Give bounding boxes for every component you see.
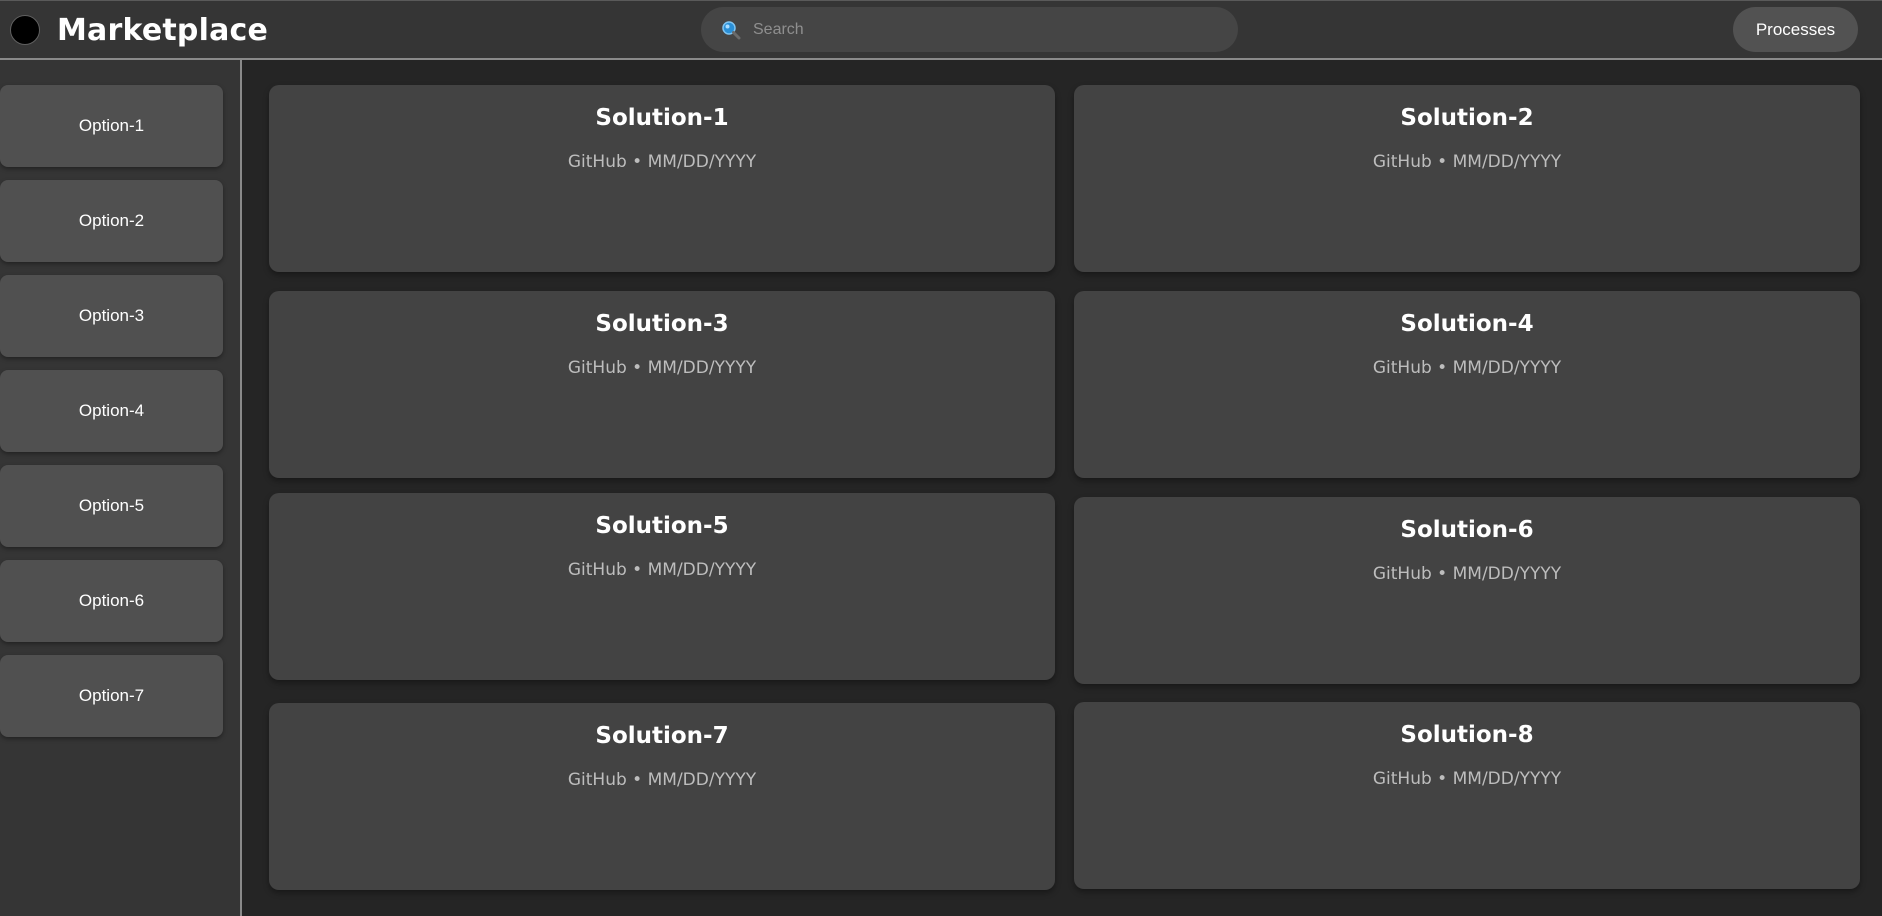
card-meta: GitHub • MM/DD/YYYY [567, 152, 757, 172]
solution-card[interactable]: Solution-8 GitHub • MM/DD/YYYY [1074, 702, 1860, 889]
solution-card[interactable]: Solution-3 GitHub • MM/DD/YYYY [269, 291, 1055, 478]
card-meta: GitHub • MM/DD/YYYY [1372, 564, 1562, 584]
search-bar[interactable] [701, 7, 1238, 52]
processes-button[interactable]: Processes [1733, 7, 1858, 52]
card-title: Solution-8 [1400, 722, 1534, 748]
sidebar-item-option-6[interactable]: Option-6 [0, 560, 223, 642]
card-meta: GitHub • MM/DD/YYYY [567, 770, 757, 790]
app-title: Marketplace [57, 13, 269, 48]
circle-logo-icon[interactable] [10, 15, 40, 45]
card-title: Solution-2 [1400, 105, 1534, 131]
sidebar-item-option-3[interactable]: Option-3 [0, 275, 223, 357]
card-title: Solution-3 [595, 311, 729, 337]
search-icon [722, 21, 741, 40]
solution-card[interactable]: Solution-5 GitHub • MM/DD/YYYY [269, 493, 1055, 680]
card-title: Solution-5 [595, 513, 729, 539]
sidebar-item-option-2[interactable]: Option-2 [0, 180, 223, 262]
solution-card[interactable]: Solution-6 GitHub • MM/DD/YYYY [1074, 497, 1860, 684]
card-meta: GitHub • MM/DD/YYYY [1372, 769, 1562, 789]
card-title: Solution-7 [595, 723, 729, 749]
solution-card[interactable]: Solution-4 GitHub • MM/DD/YYYY [1074, 291, 1860, 478]
sidebar-item-option-1[interactable]: Option-1 [0, 85, 223, 167]
card-title: Solution-1 [595, 105, 729, 131]
sidebar-item-option-4[interactable]: Option-4 [0, 370, 223, 452]
card-meta: GitHub • MM/DD/YYYY [567, 358, 757, 378]
solution-card[interactable]: Solution-7 GitHub • MM/DD/YYYY [269, 703, 1055, 890]
solution-card[interactable]: Solution-1 GitHub • MM/DD/YYYY [269, 85, 1055, 272]
card-title: Solution-4 [1400, 311, 1534, 337]
card-title: Solution-6 [1400, 517, 1534, 543]
card-meta: GitHub • MM/DD/YYYY [1372, 358, 1562, 378]
top-header: Marketplace Processes [0, 0, 1882, 60]
card-meta: GitHub • MM/DD/YYYY [567, 560, 757, 580]
solution-card[interactable]: Solution-2 GitHub • MM/DD/YYYY [1074, 85, 1860, 272]
sidebar-item-option-5[interactable]: Option-5 [0, 465, 223, 547]
sidebar: Option-1 Option-2 Option-3 Option-4 Opti… [0, 60, 242, 916]
card-meta: GitHub • MM/DD/YYYY [1372, 152, 1562, 172]
search-input[interactable] [753, 7, 1223, 52]
sidebar-item-option-7[interactable]: Option-7 [0, 655, 223, 737]
